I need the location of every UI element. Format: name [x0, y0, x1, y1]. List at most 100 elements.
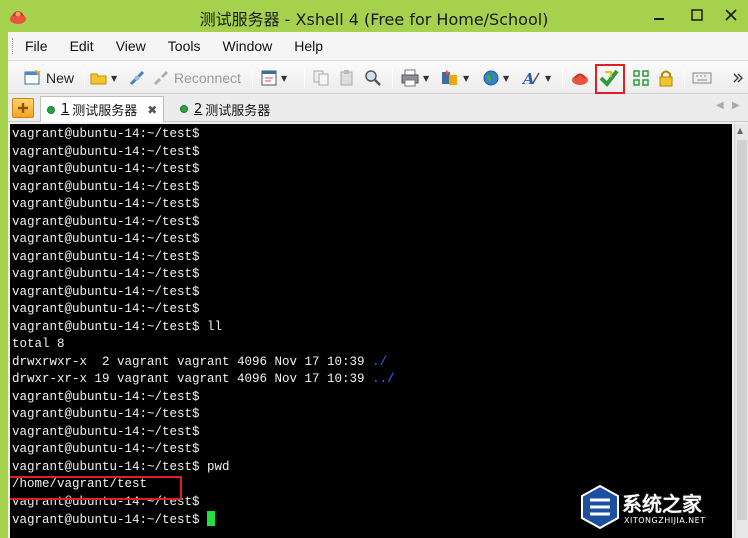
close-button[interactable] [718, 4, 744, 26]
svg-text:A: A [522, 70, 535, 87]
lock-button[interactable] [658, 67, 674, 89]
maximize-button[interactable] [684, 4, 710, 26]
keyboard-button[interactable] [692, 67, 712, 89]
properties-button[interactable]: ▼ [260, 67, 287, 89]
current-prompt: vagrant@ubuntu-14:~/test$ [12, 513, 208, 527]
terminal-line-dir: drwxr-xr-x 19 vagrant vagrant 4096 Nov 1… [12, 371, 395, 388]
terminal-line: vagrant@ubuntu-14:~/test$ [12, 144, 200, 159]
xftp-highlight-box [595, 64, 625, 94]
xshell-button[interactable] [570, 67, 590, 89]
dir-entry: ../ [372, 372, 395, 386]
folder-icon [90, 73, 107, 85]
terminal-line: vagrant@ubuntu-14:~/test$ [12, 267, 200, 281]
watermark: 系统之家 XITONGZHIJIA.NET [580, 480, 748, 538]
terminal-line: vagrant@ubuntu-14:~/test$ ll [12, 319, 223, 334]
tab-scroll-right-icon[interactable]: ▶ [732, 100, 740, 111]
font-button[interactable]: A ▼ [522, 67, 551, 89]
scrollbar-thumb[interactable] [737, 140, 747, 520]
watermark-text: 系统之家 [622, 492, 702, 516]
toolbar-separator [684, 68, 685, 88]
terminal-line: vagrant@ubuntu-14:~/test$ [12, 127, 200, 141]
new-session-button[interactable]: New [24, 67, 74, 89]
terminal-line-dir: drwxrwxr-x 2 vagrant vagrant 4096 Nov 17… [12, 354, 387, 371]
reconnect-button[interactable]: Reconnect [152, 67, 241, 89]
paste-icon [340, 70, 353, 86]
window-title: 测试服务器 - Xshell 4 (Free for Home/School) [199, 10, 549, 29]
toolbar-separator [304, 68, 305, 88]
chevron-down-icon: ▼ [463, 73, 470, 83]
terminal-line: vagrant@ubuntu-14:~/test$ [12, 214, 200, 229]
pwd-highlight-box [10, 476, 182, 500]
terminal-line: vagrant@ubuntu-14:~/test$ [12, 179, 200, 194]
transfer-button[interactable]: ▼ [440, 67, 469, 89]
tab-scroll-left-icon[interactable]: ◀ [716, 100, 724, 111]
xshell-red-icon [572, 73, 588, 85]
terminal-line: vagrant@ubuntu-14:~/test$ [12, 284, 200, 299]
keyboard-icon [692, 72, 712, 84]
tab-session-1[interactable]: 1 测试服务器 ✖ [40, 96, 165, 122]
add-tab-button[interactable] [12, 98, 34, 118]
reconnect-label: Reconnect [174, 70, 241, 86]
title-bar[interactable]: 测试服务器 - Xshell 4 (Free for Home/School) [0, 0, 748, 32]
terminal-view[interactable]: vagrant@ubuntu-14:~/test$ vagrant@ubuntu… [10, 124, 732, 538]
minimize-button[interactable] [646, 4, 672, 26]
tab-label: 测试服务器 [205, 103, 271, 119]
link-icon [129, 70, 145, 86]
menu-grip [12, 38, 15, 54]
globe-icon [483, 70, 499, 86]
print-button[interactable]: ▼ [400, 67, 429, 89]
terminal-scrollbar[interactable]: ▲ [734, 124, 748, 538]
watermark-logo-icon [581, 484, 619, 530]
fullscreen-button[interactable] [632, 67, 650, 89]
toolbar: New ▼ Reconnect ▼ ▼ ▼ ▼ A ▼ [8, 60, 748, 94]
terminal-line: vagrant@ubuntu-14:~/test$ [12, 407, 200, 421]
chevron-down-icon: ▼ [111, 73, 118, 83]
find-button[interactable] [364, 67, 382, 89]
menu-file[interactable]: File [22, 36, 51, 56]
printer-icon [401, 69, 419, 87]
chevron-double-right-icon [733, 73, 743, 83]
chevron-down-icon: ▼ [503, 73, 510, 83]
properties-icon [261, 70, 277, 86]
watermark-subtext: XITONGZHIJIA.NET [624, 516, 706, 525]
dir-entry: ./ [372, 354, 388, 369]
close-icon [725, 9, 737, 21]
terminal-cursor [207, 511, 216, 526]
minimize-icon [654, 18, 664, 20]
new-label: New [46, 70, 75, 86]
chevron-down-icon: ▼ [423, 73, 430, 83]
toolbar-overflow-button[interactable] [732, 67, 744, 89]
tab-number: 2 [194, 101, 203, 117]
close-tab-icon[interactable]: ✖ [147, 103, 157, 117]
menu-view[interactable]: View [113, 36, 149, 56]
globe-button[interactable]: ▼ [482, 67, 509, 89]
tab-label: 测试服务器 [72, 104, 138, 119]
chevron-down-icon: ▼ [281, 73, 288, 83]
terminal-line: vagrant@ubuntu-14:~/test$ [12, 424, 200, 439]
dir-listing-text: drwxr-xr-x 19 vagrant vagrant 4096 Nov 1… [12, 372, 373, 386]
maximize-icon [691, 9, 703, 21]
menu-tools[interactable]: Tools [165, 36, 204, 56]
connect-button[interactable] [128, 67, 146, 89]
scroll-up-icon[interactable]: ▲ [737, 126, 743, 135]
open-button[interactable]: ▼ [90, 67, 117, 89]
terminal-line: vagrant@ubuntu-14:~/test$ [12, 302, 200, 316]
plus-icon [18, 103, 28, 113]
menu-window[interactable]: Window [219, 36, 275, 56]
paste-button[interactable] [338, 67, 356, 89]
connected-status-icon [180, 105, 188, 113]
tab-session-2[interactable]: 2 测试服务器 [174, 96, 276, 122]
terminal-line-current: vagrant@ubuntu-14:~/test$ [12, 511, 216, 528]
terminal-line: total 8 [12, 337, 65, 351]
terminal-line: vagrant@ubuntu-14:~/test$ [12, 162, 200, 176]
new-session-icon [24, 70, 41, 85]
menu-help[interactable]: Help [291, 36, 326, 56]
terminal-line: vagrant@ubuntu-14:~/test$ [12, 389, 200, 404]
copy-button[interactable] [312, 67, 330, 89]
terminal-line: vagrant@ubuntu-14:~/test$ [12, 442, 200, 456]
terminal-line: vagrant@ubuntu-14:~/test$ [12, 249, 200, 264]
menu-edit[interactable]: Edit [67, 36, 97, 56]
client-area: File Edit View Tools Window Help New ▼ R… [8, 32, 748, 538]
xshell-window: 测试服务器 - Xshell 4 (Free for Home/School) … [0, 0, 748, 538]
connected-status-icon [47, 105, 55, 114]
